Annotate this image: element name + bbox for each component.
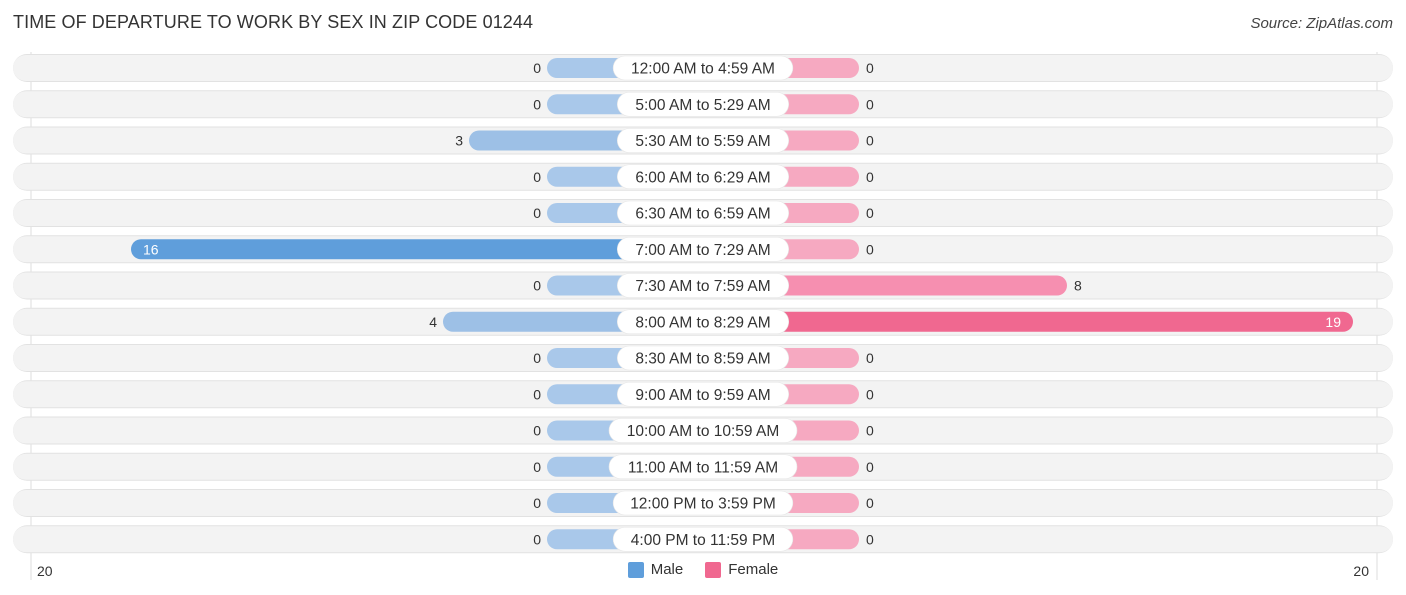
legend-label-male: Male — [650, 561, 684, 578]
category-label: 7:00 AM to 7:29 AM — [635, 242, 770, 259]
category-label: 8:00 AM to 8:29 AM — [635, 314, 770, 331]
female-value-label: 0 — [866, 133, 874, 149]
category-label: 5:30 AM to 5:59 AM — [635, 133, 770, 150]
female-value-label: 0 — [866, 96, 874, 112]
category-label: 9:00 AM to 9:59 AM — [635, 387, 770, 404]
female-value-label: 0 — [866, 241, 874, 257]
category-label: 6:30 AM to 6:59 AM — [635, 206, 770, 223]
male-value-label: 0 — [533, 60, 541, 76]
male-value-label: 0 — [533, 350, 541, 366]
female-value-label: 19 — [1325, 314, 1341, 330]
category-label: 12:00 PM to 3:59 PM — [630, 496, 776, 513]
legend: Male Female — [0, 561, 1406, 578]
legend-swatch-female — [705, 561, 722, 578]
female-value-label: 0 — [866, 459, 874, 475]
male-value-label: 0 — [533, 205, 541, 221]
category-label: 4:00 PM to 11:59 PM — [631, 532, 775, 549]
category-label: 7:30 AM to 7:59 AM — [635, 278, 770, 295]
female-value-label: 0 — [866, 386, 874, 402]
female-bar — [703, 311, 1353, 332]
male-value-label: 0 — [533, 495, 541, 511]
male-value-label: 0 — [533, 386, 541, 402]
female-value-label: 0 — [866, 169, 874, 185]
female-value-label: 0 — [866, 205, 874, 221]
female-value-label: 0 — [866, 423, 874, 439]
male-value-label: 0 — [533, 531, 541, 547]
male-value-label: 0 — [533, 96, 541, 112]
female-value-label: 0 — [866, 350, 874, 366]
male-value-label: 0 — [533, 278, 541, 294]
category-label: 11:00 AM to 11:59 AM — [628, 459, 778, 476]
category-label: 12:00 AM to 4:59 AM — [631, 61, 775, 78]
female-value-label: 0 — [866, 60, 874, 76]
category-label: 6:00 AM to 6:29 AM — [635, 169, 770, 186]
male-value-label: 16 — [143, 241, 159, 257]
legend-label-female: Female — [728, 561, 779, 578]
legend-swatch-male — [627, 561, 644, 578]
female-value-label: 0 — [866, 495, 874, 511]
legend-item-male: Male — [627, 561, 684, 578]
male-value-label: 0 — [533, 169, 541, 185]
category-label: 10:00 AM to 10:59 AM — [627, 423, 780, 440]
female-value-label: 8 — [1074, 278, 1082, 294]
category-label: 8:30 AM to 8:59 AM — [635, 351, 770, 368]
chart-area: 0 0 12:00 AM to 4:59 AM 0 0 5:00 AM to 5:29 A… — [13, 52, 1393, 580]
male-value-label: 3 — [455, 133, 463, 149]
male-value-label: 4 — [429, 314, 437, 330]
category-label: 5:00 AM to 5:29 AM — [635, 97, 770, 114]
male-value-label: 0 — [533, 459, 541, 475]
female-value-label: 0 — [866, 531, 874, 547]
legend-item-female: Female — [705, 561, 778, 578]
male-value-label: 0 — [533, 423, 541, 439]
